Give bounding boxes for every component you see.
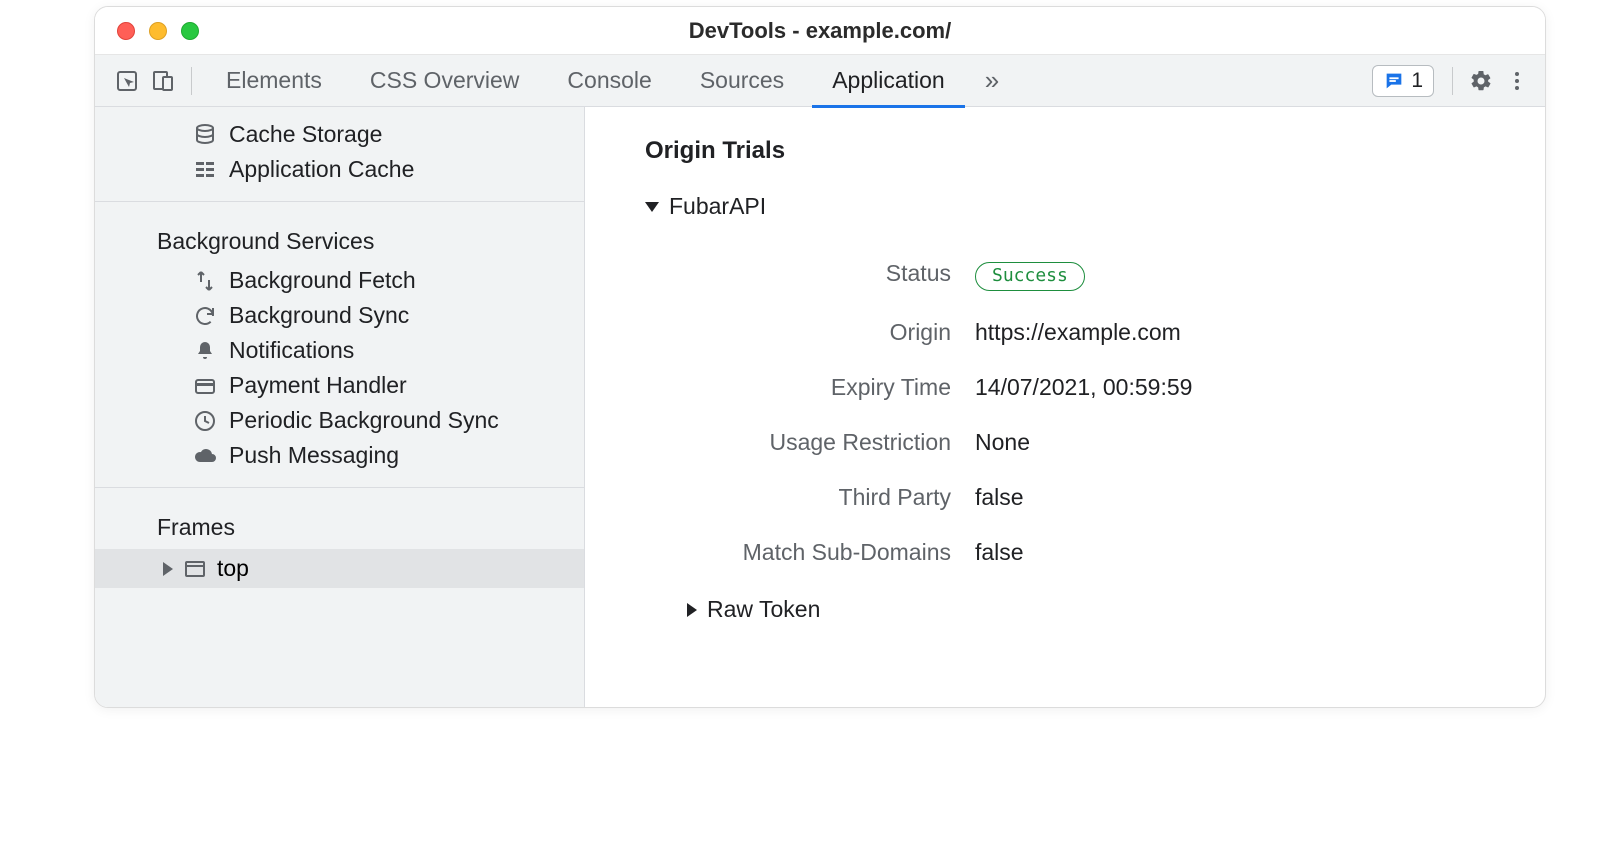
sidebar-item-bg-sync[interactable]: Background Sync [95,298,584,333]
devtools-toolbar: Elements CSS Overview Console Sources Ap… [95,55,1545,107]
sidebar-item-label: Notifications [229,337,354,364]
detail-value: false [975,539,1024,566]
trial-row[interactable]: FubarAPI [645,193,1495,220]
status-badge: Success [975,262,1085,291]
detail-label: Expiry Time [705,374,975,401]
settings-button[interactable] [1463,63,1499,99]
bell-icon [193,339,217,363]
raw-token-row[interactable]: Raw Token [687,596,1495,623]
window-icon [183,557,207,581]
sidebar-item-label: Periodic Background Sync [229,407,499,434]
tab-console[interactable]: Console [543,55,675,107]
more-tabs-button[interactable]: » [969,55,1015,107]
detail-row-expiry: Expiry Time 14/07/2021, 00:59:59 [705,360,1495,415]
frames-item-top[interactable]: top [95,549,584,588]
grid-icon [193,158,217,182]
raw-token-label: Raw Token [707,596,820,623]
frames-item-label: top [217,555,249,582]
sidebar-item-label: Background Sync [229,302,409,329]
sidebar-item-cache-storage[interactable]: Cache Storage [95,117,584,152]
detail-row-usage: Usage Restriction None [705,415,1495,470]
chevrons-right-icon: » [985,65,999,96]
detail-label: Third Party [705,484,975,511]
sidebar-item-bg-fetch[interactable]: Background Fetch [95,263,584,298]
sidebar-item-payment-handler[interactable]: Payment Handler [95,368,584,403]
sidebar-item-label: Cache Storage [229,121,382,148]
panel-body: Cache Storage Application Cache Backgrou… [95,107,1545,707]
fetch-arrows-icon [193,269,217,293]
titlebar: DevTools - example.com/ [95,7,1545,55]
close-window-button[interactable] [117,22,135,40]
tab-label: Console [567,67,651,94]
sync-icon [193,304,217,328]
detail-row-status: Status Success [705,246,1495,305]
sidebar-item-label: Background Fetch [229,267,416,294]
detail-value: false [975,484,1024,511]
detail-row-third-party: Third Party false [705,470,1495,525]
toolbar-separator [191,67,192,95]
trial-name: FubarAPI [669,193,766,220]
issues-count: 1 [1411,69,1423,93]
zoom-window-button[interactable] [181,22,199,40]
tab-label: Elements [226,67,322,94]
tab-label: Application [832,67,945,94]
tab-application[interactable]: Application [808,55,969,107]
gear-icon [1469,69,1493,93]
detail-row-origin: Origin https://example.com [705,305,1495,360]
panel-tabs: Elements CSS Overview Console Sources Ap… [202,55,1015,107]
devtools-window: DevTools - example.com/ Elements CSS Ove… [94,6,1546,708]
sidebar-separator [95,201,584,202]
cloud-icon [193,444,217,468]
window-title: DevTools - example.com/ [95,18,1545,44]
database-icon [193,123,217,147]
sidebar-item-app-cache[interactable]: Application Cache [95,152,584,187]
sidebar-item-label: Application Cache [229,156,414,183]
tab-elements[interactable]: Elements [202,55,346,107]
tab-sources[interactable]: Sources [676,55,808,107]
message-icon [1383,70,1405,92]
sidebar-heading-bg-services: Background Services [95,216,584,263]
tab-label: CSS Overview [370,67,520,94]
detail-label: Match Sub-Domains [705,539,975,566]
detail-value: 14/07/2021, 00:59:59 [975,374,1192,401]
caret-right-icon [163,562,173,576]
credit-card-icon [193,374,217,398]
traffic-lights [95,22,199,40]
panel-title: Origin Trials [645,137,1495,165]
detail-row-subdomains: Match Sub-Domains false [705,525,1495,580]
caret-right-icon [687,603,697,617]
toolbar-separator [1452,67,1453,95]
sidebar-item-push-messaging[interactable]: Push Messaging [95,438,584,473]
detail-label: Status [705,260,975,291]
tab-label: Sources [700,67,784,94]
detail-label: Origin [705,319,975,346]
more-menu-button[interactable] [1499,63,1535,99]
device-toolbar-icon[interactable] [145,63,181,99]
detail-value: None [975,429,1030,456]
sidebar-separator [95,487,584,488]
issues-button[interactable]: 1 [1372,65,1434,97]
main-panel: Origin Trials FubarAPI Status Success Or… [585,107,1545,707]
sidebar-item-label: Push Messaging [229,442,399,469]
sidebar-item-label: Payment Handler [229,372,407,399]
detail-value: Success [975,260,1085,291]
sidebar-heading-frames: Frames [95,502,584,549]
detail-value: https://example.com [975,319,1181,346]
sidebar-item-notifications[interactable]: Notifications [95,333,584,368]
clock-icon [193,409,217,433]
kebab-icon [1505,69,1529,93]
minimize-window-button[interactable] [149,22,167,40]
tab-css-overview[interactable]: CSS Overview [346,55,544,107]
application-sidebar: Cache Storage Application Cache Backgrou… [95,107,585,707]
inspect-element-icon[interactable] [109,63,145,99]
caret-down-icon [645,202,659,212]
detail-label: Usage Restriction [705,429,975,456]
trial-details: Status Success Origin https://example.co… [705,246,1495,580]
sidebar-item-periodic-sync[interactable]: Periodic Background Sync [95,403,584,438]
